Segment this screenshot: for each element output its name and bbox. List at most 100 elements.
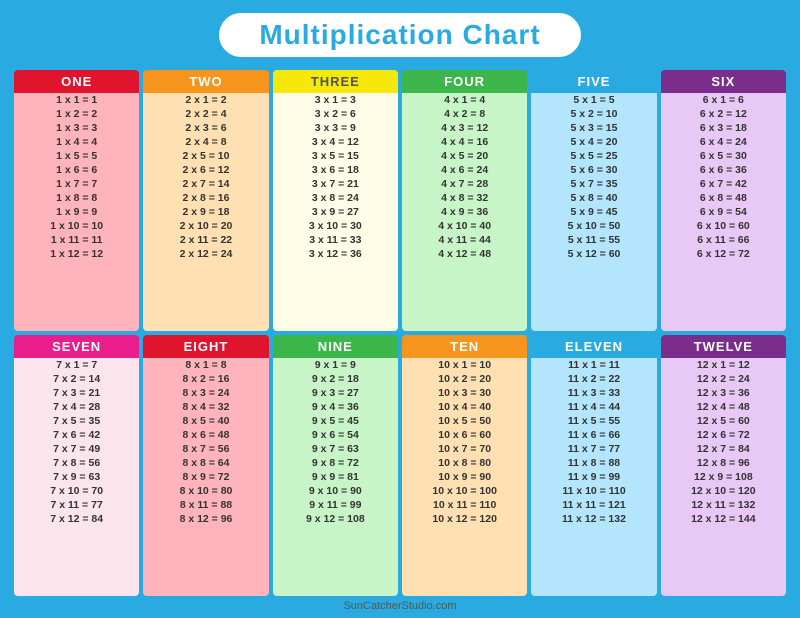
table-row: 4 x 11 = 44 xyxy=(402,233,527,247)
table-row: 4 x 8 = 32 xyxy=(402,191,527,205)
table-row: 12 x 12 = 144 xyxy=(661,512,786,526)
table-row: 6 x 6 = 36 xyxy=(661,163,786,177)
table-block-one: ONE1 x 1 = 11 x 2 = 21 x 3 = 31 x 4 = 41… xyxy=(14,70,139,331)
table-row: 3 x 12 = 36 xyxy=(273,247,398,261)
table-row: 8 x 10 = 80 xyxy=(143,484,268,498)
table-row: 7 x 7 = 49 xyxy=(14,442,139,456)
table-row: 7 x 5 = 35 xyxy=(14,414,139,428)
table-header-eight: EIGHT xyxy=(143,335,268,358)
table-row: 3 x 10 = 30 xyxy=(273,219,398,233)
table-row: 6 x 1 = 6 xyxy=(661,93,786,107)
table-row: 4 x 9 = 36 xyxy=(402,205,527,219)
table-row: 6 x 3 = 18 xyxy=(661,121,786,135)
table-row: 11 x 8 = 88 xyxy=(531,456,656,470)
table-row: 10 x 5 = 50 xyxy=(402,414,527,428)
table-row: 6 x 7 = 42 xyxy=(661,177,786,191)
table-row: 8 x 9 = 72 xyxy=(143,470,268,484)
table-row: 11 x 10 = 110 xyxy=(531,484,656,498)
table-row: 4 x 2 = 8 xyxy=(402,107,527,121)
table-row: 2 x 8 = 16 xyxy=(143,191,268,205)
table-header-two: TWO xyxy=(143,70,268,93)
table-block-two: TWO2 x 1 = 22 x 2 = 42 x 3 = 62 x 4 = 82… xyxy=(143,70,268,331)
table-row: 3 x 4 = 12 xyxy=(273,135,398,149)
table-row: 6 x 5 = 30 xyxy=(661,149,786,163)
table-row: 3 x 6 = 18 xyxy=(273,163,398,177)
table-row: 8 x 2 = 16 xyxy=(143,372,268,386)
table-row: 8 x 4 = 32 xyxy=(143,400,268,414)
table-block-five: FIVE5 x 1 = 55 x 2 = 105 x 3 = 155 x 4 =… xyxy=(531,70,656,331)
table-row: 11 x 6 = 66 xyxy=(531,428,656,442)
table-header-eleven: ELEVEN xyxy=(531,335,656,358)
table-row: 12 x 9 = 108 xyxy=(661,470,786,484)
table-header-twelve: TWELVE xyxy=(661,335,786,358)
table-row: 12 x 5 = 60 xyxy=(661,414,786,428)
table-row: 12 x 2 = 24 xyxy=(661,372,786,386)
table-row: 12 x 3 = 36 xyxy=(661,386,786,400)
table-row: 9 x 1 = 9 xyxy=(273,358,398,372)
table-body-four: 4 x 1 = 44 x 2 = 84 x 3 = 124 x 4 = 164 … xyxy=(402,93,527,331)
table-block-four: FOUR4 x 1 = 44 x 2 = 84 x 3 = 124 x 4 = … xyxy=(402,70,527,331)
table-row: 8 x 5 = 40 xyxy=(143,414,268,428)
table-row: 4 x 4 = 16 xyxy=(402,135,527,149)
table-header-ten: TEN xyxy=(402,335,527,358)
table-row: 12 x 8 = 96 xyxy=(661,456,786,470)
table-row: 6 x 9 = 54 xyxy=(661,205,786,219)
table-row: 9 x 9 = 81 xyxy=(273,470,398,484)
table-row: 1 x 1 = 1 xyxy=(14,93,139,107)
table-row: 7 x 1 = 7 xyxy=(14,358,139,372)
table-row: 8 x 7 = 56 xyxy=(143,442,268,456)
table-row: 4 x 6 = 24 xyxy=(402,163,527,177)
table-row: 7 x 11 = 77 xyxy=(14,498,139,512)
table-row: 4 x 7 = 28 xyxy=(402,177,527,191)
table-row: 2 x 9 = 18 xyxy=(143,205,268,219)
table-row: 5 x 9 = 45 xyxy=(531,205,656,219)
table-row: 5 x 10 = 50 xyxy=(531,219,656,233)
table-row: 10 x 11 = 110 xyxy=(402,498,527,512)
table-row: 5 x 1 = 5 xyxy=(531,93,656,107)
table-row: 10 x 10 = 100 xyxy=(402,484,527,498)
table-row: 11 x 11 = 121 xyxy=(531,498,656,512)
table-row: 9 x 7 = 63 xyxy=(273,442,398,456)
table-body-twelve: 12 x 1 = 1212 x 2 = 2412 x 3 = 3612 x 4 … xyxy=(661,358,786,596)
table-body-five: 5 x 1 = 55 x 2 = 105 x 3 = 155 x 4 = 205… xyxy=(531,93,656,331)
table-row: 9 x 4 = 36 xyxy=(273,400,398,414)
table-row: 4 x 10 = 40 xyxy=(402,219,527,233)
table-row: 2 x 4 = 8 xyxy=(143,135,268,149)
table-row: 2 x 5 = 10 xyxy=(143,149,268,163)
table-row: 2 x 2 = 4 xyxy=(143,107,268,121)
table-row: 9 x 5 = 45 xyxy=(273,414,398,428)
title-container: Multiplication Chart xyxy=(216,10,583,60)
table-row: 6 x 11 = 66 xyxy=(661,233,786,247)
table-block-eight: EIGHT8 x 1 = 88 x 2 = 168 x 3 = 248 x 4 … xyxy=(143,335,268,596)
table-row: 6 x 2 = 12 xyxy=(661,107,786,121)
table-row: 3 x 11 = 33 xyxy=(273,233,398,247)
table-row: 3 x 2 = 6 xyxy=(273,107,398,121)
table-row: 1 x 7 = 7 xyxy=(14,177,139,191)
table-row: 1 x 2 = 2 xyxy=(14,107,139,121)
table-body-one: 1 x 1 = 11 x 2 = 21 x 3 = 31 x 4 = 41 x … xyxy=(14,93,139,331)
table-header-five: FIVE xyxy=(531,70,656,93)
table-row: 2 x 12 = 24 xyxy=(143,247,268,261)
table-block-nine: NINE9 x 1 = 99 x 2 = 189 x 3 = 279 x 4 =… xyxy=(273,335,398,596)
table-row: 7 x 8 = 56 xyxy=(14,456,139,470)
footer: SunCatcherStudio.com xyxy=(343,600,456,612)
table-header-six: SIX xyxy=(661,70,786,93)
table-row: 2 x 1 = 2 xyxy=(143,93,268,107)
table-body-three: 3 x 1 = 33 x 2 = 63 x 3 = 93 x 4 = 123 x… xyxy=(273,93,398,331)
table-row: 8 x 8 = 64 xyxy=(143,456,268,470)
table-header-four: FOUR xyxy=(402,70,527,93)
table-row: 10 x 12 = 120 xyxy=(402,512,527,526)
table-row: 1 x 11 = 11 xyxy=(14,233,139,247)
table-row: 1 x 8 = 8 xyxy=(14,191,139,205)
table-row: 8 x 6 = 48 xyxy=(143,428,268,442)
table-row: 1 x 10 = 10 xyxy=(14,219,139,233)
table-row: 4 x 1 = 4 xyxy=(402,93,527,107)
table-row: 11 x 4 = 44 xyxy=(531,400,656,414)
table-row: 10 x 3 = 30 xyxy=(402,386,527,400)
chart-grid: ONE1 x 1 = 11 x 2 = 21 x 3 = 31 x 4 = 41… xyxy=(14,70,786,596)
table-row: 11 x 1 = 11 xyxy=(531,358,656,372)
table-row: 4 x 5 = 20 xyxy=(402,149,527,163)
table-row: 1 x 5 = 5 xyxy=(14,149,139,163)
table-body-two: 2 x 1 = 22 x 2 = 42 x 3 = 62 x 4 = 82 x … xyxy=(143,93,268,331)
table-row: 8 x 11 = 88 xyxy=(143,498,268,512)
